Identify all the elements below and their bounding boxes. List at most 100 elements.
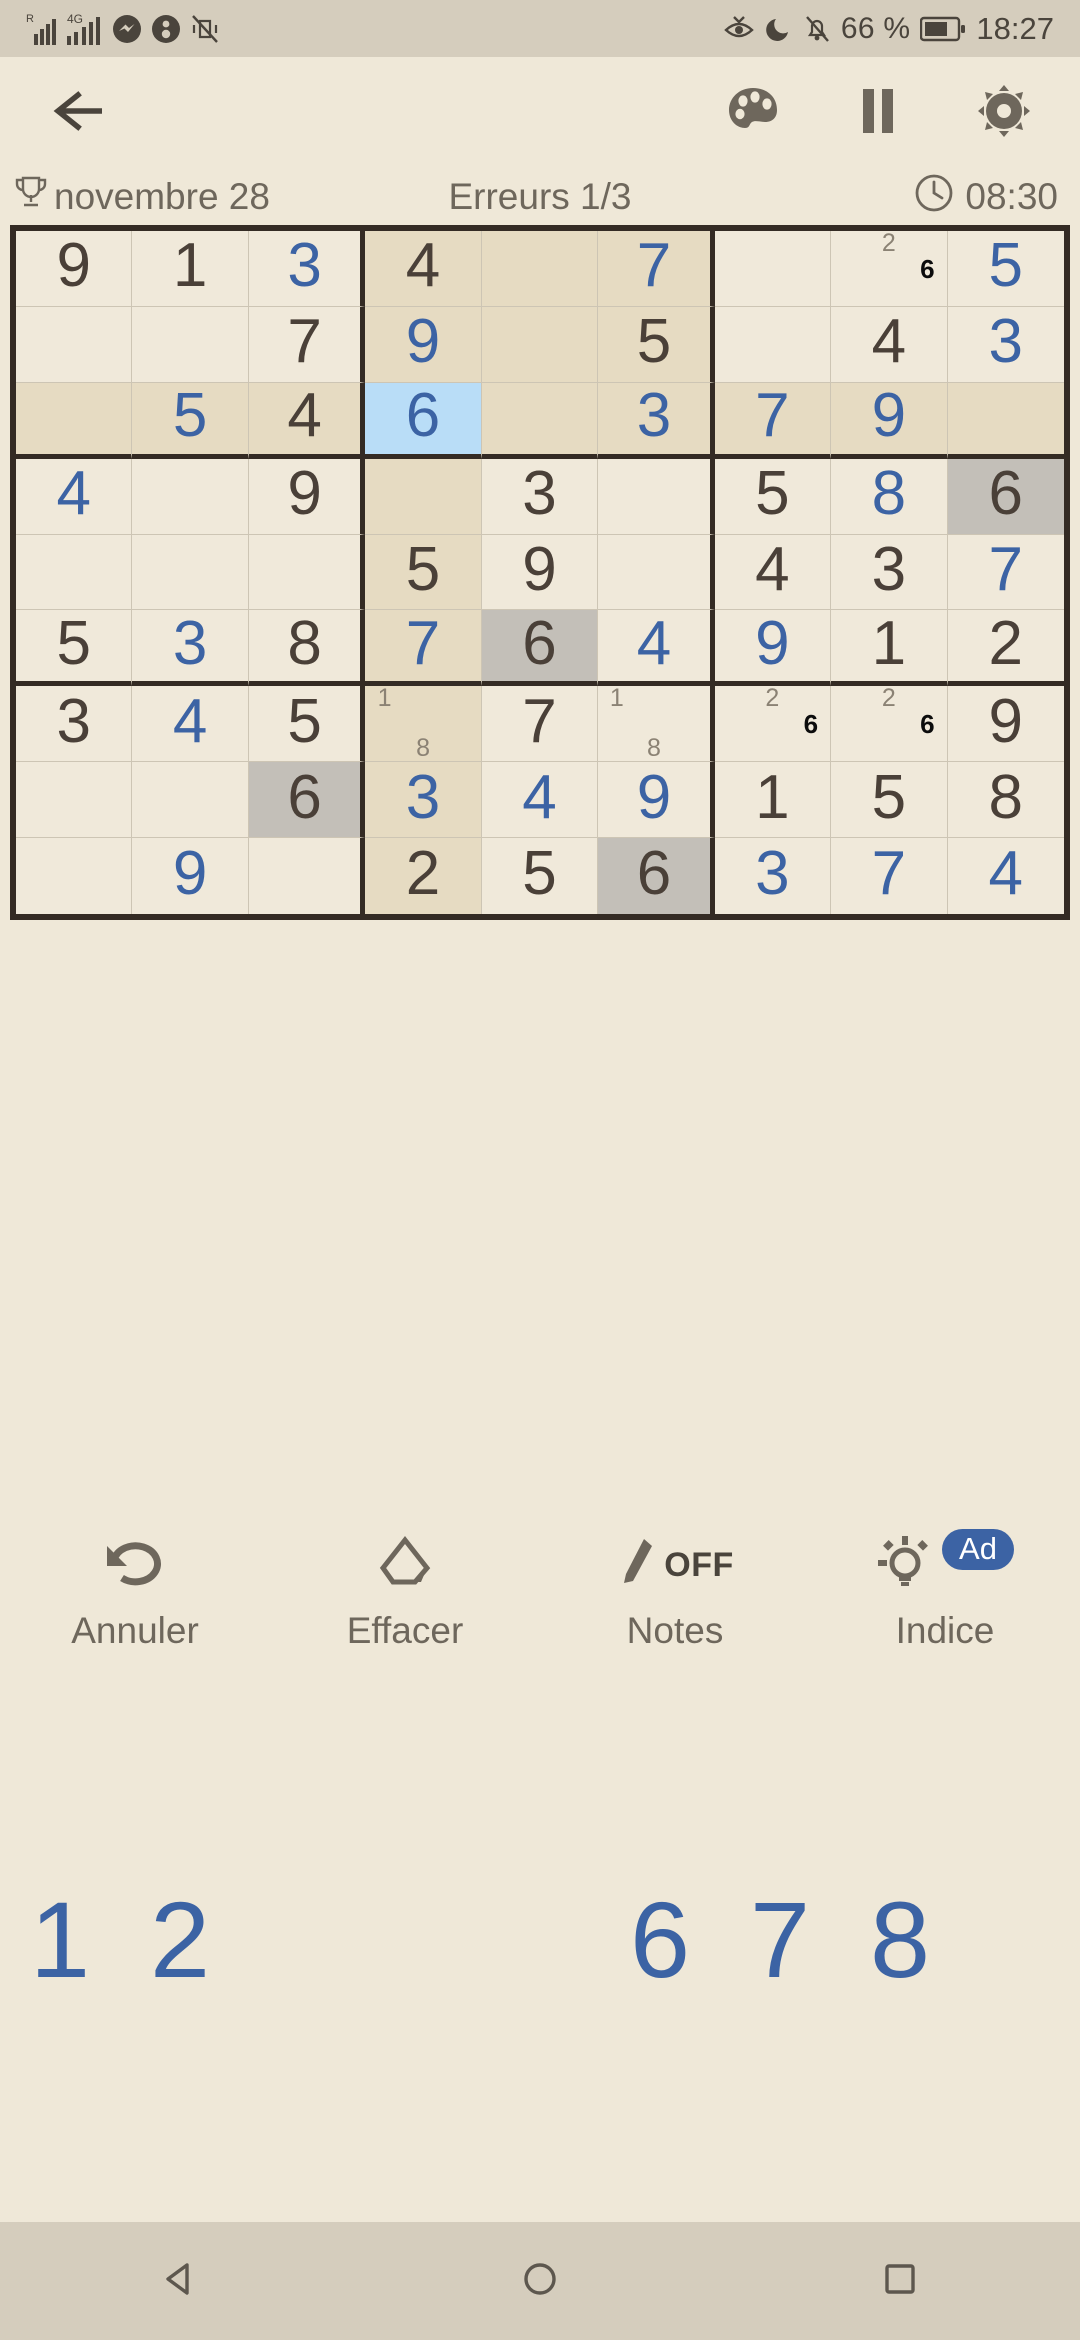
sudoku-cell-r4c1[interactable]: 4 <box>16 458 133 535</box>
sudoku-cell-r9c7[interactable]: 3 <box>714 838 832 914</box>
sudoku-cell-r5c4[interactable]: 5 <box>365 534 482 611</box>
sudoku-cell-r1c2[interactable]: 1 <box>132 231 249 307</box>
sudoku-cell-r4c9[interactable]: 6 <box>947 458 1064 535</box>
sudoku-cell-r5c3[interactable] <box>248 534 366 611</box>
sudoku-cell-r9c1[interactable] <box>16 838 133 914</box>
sudoku-board[interactable]: 9134726579543546379493586594375387649123… <box>10 225 1070 920</box>
numpad-key-8[interactable]: 8 <box>840 1886 960 1994</box>
sudoku-cell-r2c6[interactable]: 5 <box>598 306 715 383</box>
sudoku-cell-r8c4[interactable]: 3 <box>365 762 482 839</box>
sudoku-cell-r4c7[interactable]: 5 <box>714 458 832 535</box>
sudoku-cell-r2c7[interactable] <box>714 306 832 383</box>
sudoku-cell-r2c3[interactable]: 7 <box>248 306 366 383</box>
nav-back-triangle-icon[interactable] <box>156 2255 204 2308</box>
sudoku-cell-r1c6[interactable]: 7 <box>598 231 715 307</box>
erase-button[interactable]: Effacer <box>270 1530 540 1670</box>
sudoku-cell-r7c7[interactable]: 26 <box>714 686 832 763</box>
sudoku-cell-r1c3[interactable]: 3 <box>248 231 366 307</box>
sudoku-cell-r1c1[interactable]: 9 <box>16 231 133 307</box>
sudoku-cell-r2c9[interactable]: 3 <box>947 306 1064 383</box>
sudoku-cell-r7c8[interactable]: 26 <box>831 686 948 763</box>
sudoku-cell-r4c5[interactable]: 3 <box>481 458 599 535</box>
sudoku-cell-r4c6[interactable] <box>598 458 715 535</box>
notes-button[interactable]: OFF Notes <box>540 1530 810 1670</box>
sudoku-cell-r1c5[interactable] <box>481 231 599 307</box>
numpad-key-6[interactable]: 6 <box>600 1886 720 1994</box>
sudoku-cell-r7c5[interactable]: 7 <box>481 686 599 763</box>
sudoku-cell-r5c7[interactable]: 4 <box>714 534 832 611</box>
sudoku-cell-r9c8[interactable]: 7 <box>831 838 948 914</box>
sudoku-cell-r4c4[interactable] <box>365 458 482 535</box>
nav-home-circle-icon[interactable] <box>516 2255 564 2308</box>
sudoku-cell-r7c3[interactable]: 5 <box>248 686 366 763</box>
back-arrow-icon[interactable] <box>48 87 106 140</box>
sudoku-cell-r9c9[interactable]: 4 <box>947 838 1064 914</box>
sudoku-cell-r3c3[interactable]: 4 <box>248 382 366 459</box>
pause-icon[interactable] <box>858 84 898 143</box>
sudoku-cell-r6c8[interactable]: 1 <box>831 610 948 687</box>
sudoku-cell-r8c3[interactable]: 6 <box>248 762 366 839</box>
sudoku-cell-r3c4[interactable]: 6 <box>365 382 482 459</box>
sudoku-cell-r5c9[interactable]: 7 <box>947 534 1064 611</box>
sudoku-cell-r3c9[interactable] <box>947 382 1064 459</box>
sudoku-cell-r9c4[interactable]: 2 <box>365 838 482 914</box>
sudoku-cell-r7c1[interactable]: 3 <box>16 686 133 763</box>
sudoku-cell-r5c5[interactable]: 9 <box>481 534 599 611</box>
sudoku-cell-r2c2[interactable] <box>132 306 249 383</box>
sudoku-cell-r6c4[interactable]: 7 <box>365 610 482 687</box>
sudoku-cell-r5c2[interactable] <box>132 534 249 611</box>
sudoku-cell-r3c5[interactable] <box>481 382 599 459</box>
sudoku-cell-r1c8[interactable]: 26 <box>831 231 948 307</box>
sudoku-cell-r9c5[interactable]: 5 <box>481 838 599 914</box>
gear-icon[interactable] <box>976 83 1032 144</box>
sudoku-cell-r4c2[interactable] <box>132 458 249 535</box>
sudoku-cell-r6c5[interactable]: 6 <box>481 610 599 687</box>
hint-button[interactable]: Ad Indice <box>810 1528 1080 1670</box>
sudoku-cell-r7c9[interactable]: 9 <box>947 686 1064 763</box>
sudoku-cell-r8c6[interactable]: 9 <box>598 762 715 839</box>
sudoku-cell-r5c6[interactable] <box>598 534 715 611</box>
timer-group[interactable]: 08:30 <box>709 172 1068 223</box>
sudoku-cell-r2c4[interactable]: 9 <box>365 306 482 383</box>
sudoku-cell-r7c2[interactable]: 4 <box>132 686 249 763</box>
sudoku-cell-r1c7[interactable] <box>714 231 832 307</box>
sudoku-cell-r5c1[interactable] <box>16 534 133 611</box>
sudoku-cell-r3c1[interactable] <box>16 382 133 459</box>
sudoku-cell-r7c4[interactable]: 18 <box>365 686 482 763</box>
undo-button[interactable]: Annuler <box>0 1530 270 1670</box>
ad-badge[interactable]: Ad <box>942 1528 1014 1570</box>
numpad-key-2[interactable]: 2 <box>120 1886 240 1994</box>
sudoku-cell-r9c3[interactable] <box>248 838 366 914</box>
sudoku-cell-r1c4[interactable]: 4 <box>365 231 482 307</box>
numpad-key-7[interactable]: 7 <box>720 1886 840 1994</box>
sudoku-cell-r1c9[interactable]: 5 <box>947 231 1064 307</box>
numpad-key-1[interactable]: 1 <box>0 1886 120 1994</box>
sudoku-cell-r8c1[interactable] <box>16 762 133 839</box>
sudoku-cell-r2c1[interactable] <box>16 306 133 383</box>
sudoku-cell-r3c6[interactable]: 3 <box>598 382 715 459</box>
nav-recents-square-icon[interactable] <box>876 2255 924 2308</box>
sudoku-cell-r8c9[interactable]: 8 <box>947 762 1064 839</box>
sudoku-cell-r3c8[interactable]: 9 <box>831 382 948 459</box>
sudoku-cell-r3c2[interactable]: 5 <box>132 382 249 459</box>
sudoku-cell-r2c8[interactable]: 4 <box>831 306 948 383</box>
sudoku-cell-r8c8[interactable]: 5 <box>831 762 948 839</box>
sudoku-cell-r9c2[interactable]: 9 <box>132 838 249 914</box>
sudoku-cell-r6c6[interactable]: 4 <box>598 610 715 687</box>
sudoku-cell-r6c3[interactable]: 8 <box>248 610 366 687</box>
sudoku-cell-r6c9[interactable]: 2 <box>947 610 1064 687</box>
sudoku-cell-r6c1[interactable]: 5 <box>16 610 133 687</box>
sudoku-cell-r6c2[interactable]: 3 <box>132 610 249 687</box>
sudoku-cell-r2c5[interactable] <box>481 306 599 383</box>
sudoku-cell-r6c7[interactable]: 9 <box>714 610 832 687</box>
sudoku-cell-r8c2[interactable] <box>132 762 249 839</box>
sudoku-cell-r4c8[interactable]: 8 <box>831 458 948 535</box>
palette-icon[interactable] <box>726 84 780 143</box>
sudoku-cell-r8c7[interactable]: 1 <box>714 762 832 839</box>
sudoku-cell-r8c5[interactable]: 4 <box>481 762 599 839</box>
sudoku-cell-r4c3[interactable]: 9 <box>248 458 366 535</box>
sudoku-cell-r3c7[interactable]: 7 <box>714 382 832 459</box>
number-pad[interactable]: 123456789 <box>0 1845 1080 2035</box>
sudoku-cell-r9c6[interactable]: 6 <box>598 838 715 914</box>
sudoku-cell-r5c8[interactable]: 3 <box>831 534 948 611</box>
